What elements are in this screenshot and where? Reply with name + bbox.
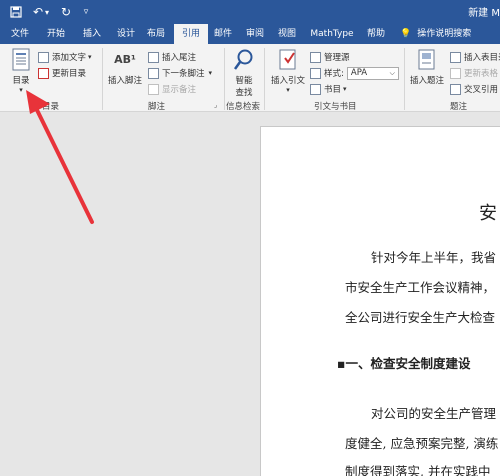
redo-icon[interactable]: ↻ [58, 4, 74, 20]
tab-help[interactable]: 帮助 [362, 24, 390, 44]
toc-group-label: 目录 [42, 102, 60, 112]
heading-1: ▪一、检查安全制度建设 [337, 356, 471, 371]
document-title: 新建 M [468, 8, 500, 19]
smart-lookup-button[interactable]: 智能 查找 [228, 48, 260, 98]
insert-footnote-button[interactable]: AB¹ 插入脚注 [106, 48, 144, 86]
update-toc-icon [38, 67, 49, 79]
citation-style: 样式: APA ⌵ [310, 66, 399, 80]
tab-mathtype[interactable]: MathType [306, 24, 358, 44]
paragraph-line: 度健全, 应急预案完整, 演练 [345, 436, 499, 451]
help-search[interactable]: 💡 操作说明搜索 [400, 24, 471, 44]
insert-caption-icon [416, 48, 438, 72]
cross-reference-button[interactable]: 交叉引用 [450, 82, 498, 96]
toc-dropdown-icon: ▾ [19, 86, 23, 94]
show-notes-icon [148, 83, 159, 95]
divider [102, 48, 103, 110]
style-select[interactable]: APA ⌵ [346, 66, 399, 80]
tab-mailings[interactable]: 邮件 [208, 24, 238, 44]
toc-button[interactable]: 目录 ▾ [6, 48, 36, 94]
divider [224, 48, 225, 110]
save-icon[interactable] [8, 4, 24, 20]
tab-insert[interactable]: 插入 [76, 24, 108, 44]
chevron-down-icon: ▾ [343, 85, 347, 93]
document-title-fragment: 安 [479, 203, 497, 224]
search-icon [233, 48, 255, 72]
chevron-down-icon: ▾ [208, 69, 213, 77]
document-page[interactable]: 安 针对今年上半年，我省 市安全生产工作会议精神， 全公司进行安全生产大检查 ▪… [260, 126, 500, 476]
manage-sources-icon [310, 51, 321, 63]
paragraph-line: 市安全生产工作会议精神， [345, 280, 496, 295]
paragraph-line: 针对今年上半年，我省 [371, 250, 497, 265]
table-of-figures-icon [450, 51, 461, 63]
tab-references[interactable]: 引用 [174, 24, 208, 44]
bibliography-icon [310, 83, 321, 95]
insert-endnote-button[interactable]: 插入尾注 [148, 50, 196, 64]
bibliography-button[interactable]: 书目 ▾ [310, 82, 347, 96]
style-icon [310, 67, 321, 79]
tab-design[interactable]: 设计 [110, 24, 142, 44]
title-bar: ↶ ▾ ↻ ▿ 新建 M [0, 0, 500, 24]
paragraph-line: 制度得到落实, 并在实践中 [345, 464, 491, 476]
citations-group-label: 引文与书目 [314, 102, 357, 112]
insert-citation-button[interactable]: 插入引文 ▾ [268, 48, 308, 94]
add-text-icon [38, 51, 49, 63]
cross-reference-icon [450, 83, 461, 95]
endnote-icon [148, 51, 159, 63]
divider [404, 48, 405, 110]
insert-citation-icon [277, 48, 299, 72]
captions-group-label: 题注 [450, 102, 468, 112]
ribbon-tabs: 文件 开始 插入 设计 布局 引用 邮件 审阅 视图 MathType 帮助 💡… [0, 24, 500, 44]
insert-caption-button[interactable]: 插入题注 [408, 48, 446, 86]
tab-review[interactable]: 审阅 [240, 24, 270, 44]
tab-home[interactable]: 开始 [40, 24, 72, 44]
update-table-icon [450, 67, 461, 79]
lightbulb-icon: 💡 [400, 29, 412, 39]
undo-dropdown-icon[interactable]: ▾ [42, 4, 52, 20]
update-toc-button[interactable]: 更新目录 [38, 66, 86, 80]
insert-table-of-figures-button[interactable]: 插入表目录 [450, 50, 500, 64]
dialog-launcher-icon[interactable]: ⌟ [214, 101, 217, 109]
footnote-icon: AB¹ [114, 53, 136, 66]
chevron-down-icon: ⌵ [389, 68, 395, 77]
chevron-down-icon: ▾ [286, 86, 290, 94]
next-footnote-icon [148, 67, 159, 79]
paragraph-line: 对公司的安全生产管理 [371, 406, 497, 421]
table-of-contents-icon [10, 48, 32, 72]
divider [264, 48, 265, 110]
add-text-button[interactable]: 添加文字 ▾ [38, 50, 92, 64]
tab-file[interactable]: 文件 [4, 24, 36, 44]
show-notes-button[interactable]: 显示备注 [148, 82, 196, 96]
footnotes-group-label: 脚注 [148, 102, 166, 112]
research-group-label: 信息检索 [226, 102, 261, 112]
tab-layout[interactable]: 布局 [140, 24, 172, 44]
chevron-down-icon: ▾ [88, 53, 92, 61]
manage-sources-button[interactable]: 管理源 [310, 50, 350, 64]
ribbon-references: 目录 ▾ 添加文字 ▾ 更新目录 目录 AB¹ 插入脚注 插入尾注 下一条脚注 ▾ … [0, 44, 500, 112]
paragraph-line: 全公司进行安全生产大检查 [345, 310, 496, 325]
customize-toolbar-icon[interactable]: ▿ [78, 4, 94, 20]
next-footnote-button[interactable]: 下一条脚注 ▾ [148, 66, 212, 80]
update-table-button[interactable]: 更新表格 [450, 66, 498, 80]
tab-view[interactable]: 视图 [272, 24, 302, 44]
